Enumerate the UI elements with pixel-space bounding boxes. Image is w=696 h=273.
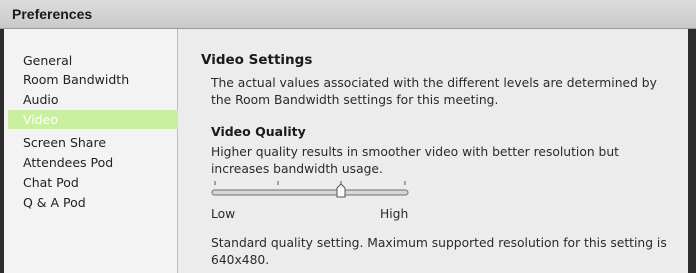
- slider-thumb[interactable]: [336, 183, 346, 198]
- video-quality-heading: Video Quality: [211, 124, 306, 139]
- sidebar-item-qa-pod[interactable]: Q & A Pod: [8, 193, 178, 212]
- slider-low-label: Low: [211, 207, 236, 221]
- window-title: Preferences: [12, 6, 93, 22]
- sidebar-item-general[interactable]: General: [8, 51, 178, 70]
- slider-track[interactable]: [211, 189, 409, 196]
- sidebar-item-video[interactable]: Video: [8, 110, 178, 129]
- sidebar-item-room-bandwidth[interactable]: Room Bandwidth: [8, 70, 178, 89]
- window-frame-right: [688, 29, 696, 273]
- video-quality-slider[interactable]: [211, 180, 409, 202]
- sidebar-item-screen-share[interactable]: Screen Share: [8, 133, 178, 152]
- sidebar-item-attendees-pod[interactable]: Attendees Pod: [8, 153, 178, 172]
- slider-ticks: [214, 181, 406, 185]
- settings-panel: Video Settings The actual values associa…: [179, 29, 688, 273]
- title-bar: Preferences: [0, 0, 696, 29]
- sidebar: General Room Bandwidth Audio Video Scree…: [4, 29, 178, 273]
- quality-status-text: Standard quality setting. Maximum suppor…: [211, 236, 667, 267]
- slider-high-label: High: [380, 207, 409, 221]
- section-description: The actual values associated with the di…: [211, 76, 657, 107]
- preferences-window: Preferences General Room Bandwidth Audio…: [0, 0, 696, 273]
- video-quality-description: Higher quality results in smoother video…: [211, 145, 619, 176]
- sidebar-item-chat-pod[interactable]: Chat Pod: [8, 173, 178, 192]
- section-heading: Video Settings: [201, 52, 313, 68]
- sidebar-item-audio[interactable]: Audio: [8, 90, 178, 109]
